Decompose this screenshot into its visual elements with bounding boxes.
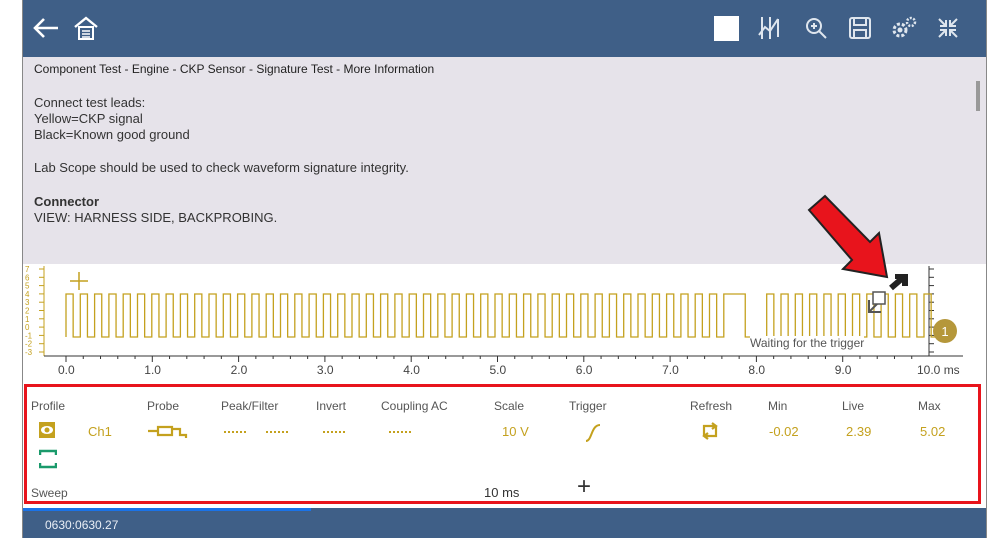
add-button[interactable]: + — [577, 475, 591, 499]
x-tick-label: 3.0 — [317, 363, 334, 377]
x-tick-label: 10.0 ms — [917, 363, 960, 377]
coupling-dash[interactable] — [389, 431, 411, 433]
invert-dash[interactable] — [323, 431, 345, 433]
status-bar: 0630:0630.27 — [23, 508, 986, 538]
invert-header: Invert — [316, 399, 347, 413]
breadcrumb: Component Test - Engine - CKP Sensor - S… — [34, 62, 435, 76]
trigger-header: Trigger — [569, 399, 607, 413]
x-tick-label: 7.0 — [662, 363, 679, 377]
info-line: Lab Scope should be used to check wavefo… — [34, 160, 409, 175]
live-header: Live — [842, 399, 865, 413]
status-bar-text: 0630:0630.27 — [45, 518, 119, 532]
save-icon[interactable] — [843, 11, 877, 45]
red-arrow-icon — [807, 194, 889, 279]
info-line: Connect test leads: — [34, 95, 146, 110]
profile-bracket-icon[interactable] — [38, 449, 58, 472]
x-tick-label: 1.0 — [144, 363, 161, 377]
probe-header: Probe — [147, 399, 180, 413]
trigger-status: Waiting for the trigger — [750, 336, 865, 350]
top-toolbar — [23, 0, 986, 57]
min-header: Min — [768, 399, 788, 413]
probe-icon[interactable] — [147, 423, 189, 442]
refresh-header: Refresh — [690, 399, 733, 413]
trigger-slope-icon[interactable] — [584, 423, 602, 446]
sweep-header: Sweep — [31, 486, 68, 500]
scope-display: 7 6 5 4 3 2 1 0 -1 -2 -3 0.0 1.0 2.0 3.0 4.0 5.0 6.0 7.0 8… — [23, 194, 986, 382]
settings-gear-icon[interactable] — [887, 11, 921, 45]
scrollbar[interactable] — [976, 81, 980, 111]
min-value: -0.02 — [769, 424, 799, 439]
max-header: Max — [918, 399, 941, 413]
scale-header: Scale — [494, 399, 525, 413]
x-tick-label: 8.0 — [748, 363, 765, 377]
x-tick-label: 9.0 — [835, 363, 852, 377]
max-value: 5.02 — [920, 424, 946, 439]
home-icon[interactable] — [69, 11, 103, 45]
x-tick-label: 0.0 — [58, 363, 75, 377]
app-frame: Component Test - Engine - CKP Sensor - S… — [22, 0, 987, 538]
progress-bar — [23, 508, 311, 511]
x-tick-label: 4.0 — [403, 363, 420, 377]
peak-filter-header: Peak/Filter — [221, 399, 279, 413]
stop-icon[interactable] — [709, 11, 743, 45]
section-heading: Connector — [34, 194, 99, 209]
channel-label[interactable]: Ch1 — [88, 424, 112, 439]
live-value: 2.39 — [846, 424, 872, 439]
sweep-value[interactable]: 10 ms — [484, 485, 519, 500]
peak-dash[interactable] — [224, 431, 246, 433]
channel-badge-number: 1 — [941, 323, 949, 339]
x-tick-label: 6.0 — [576, 363, 593, 377]
profile-header: Profile — [31, 399, 66, 413]
y-tick-label: -3 — [25, 348, 33, 357]
channel-badge[interactable]: 1 — [933, 319, 957, 343]
refresh-icon[interactable] — [700, 422, 720, 443]
filter-dash[interactable] — [266, 431, 288, 433]
x-tick-label: 2.0 — [231, 363, 248, 377]
info-line: Black=Known good ground — [34, 127, 190, 142]
info-line: Yellow=CKP signal — [34, 111, 143, 126]
x-tick-label: 5.0 — [490, 363, 507, 377]
scope-parameter-panel: Profile Probe Peak/Filter Invert Couplin… — [24, 384, 981, 504]
info-line: VIEW: HARNESS SIDE, BACKPROBING. — [34, 210, 278, 225]
visibility-eye-icon[interactable] — [38, 421, 56, 442]
zoom-icon[interactable] — [799, 11, 833, 45]
trace-cursor-icon[interactable] — [753, 11, 787, 45]
scale-value[interactable]: 10 V — [502, 424, 529, 439]
coupling-header: Coupling AC — [381, 399, 448, 413]
collapse-fullscreen-icon[interactable] — [931, 11, 965, 45]
back-arrow-icon[interactable] — [29, 11, 63, 45]
